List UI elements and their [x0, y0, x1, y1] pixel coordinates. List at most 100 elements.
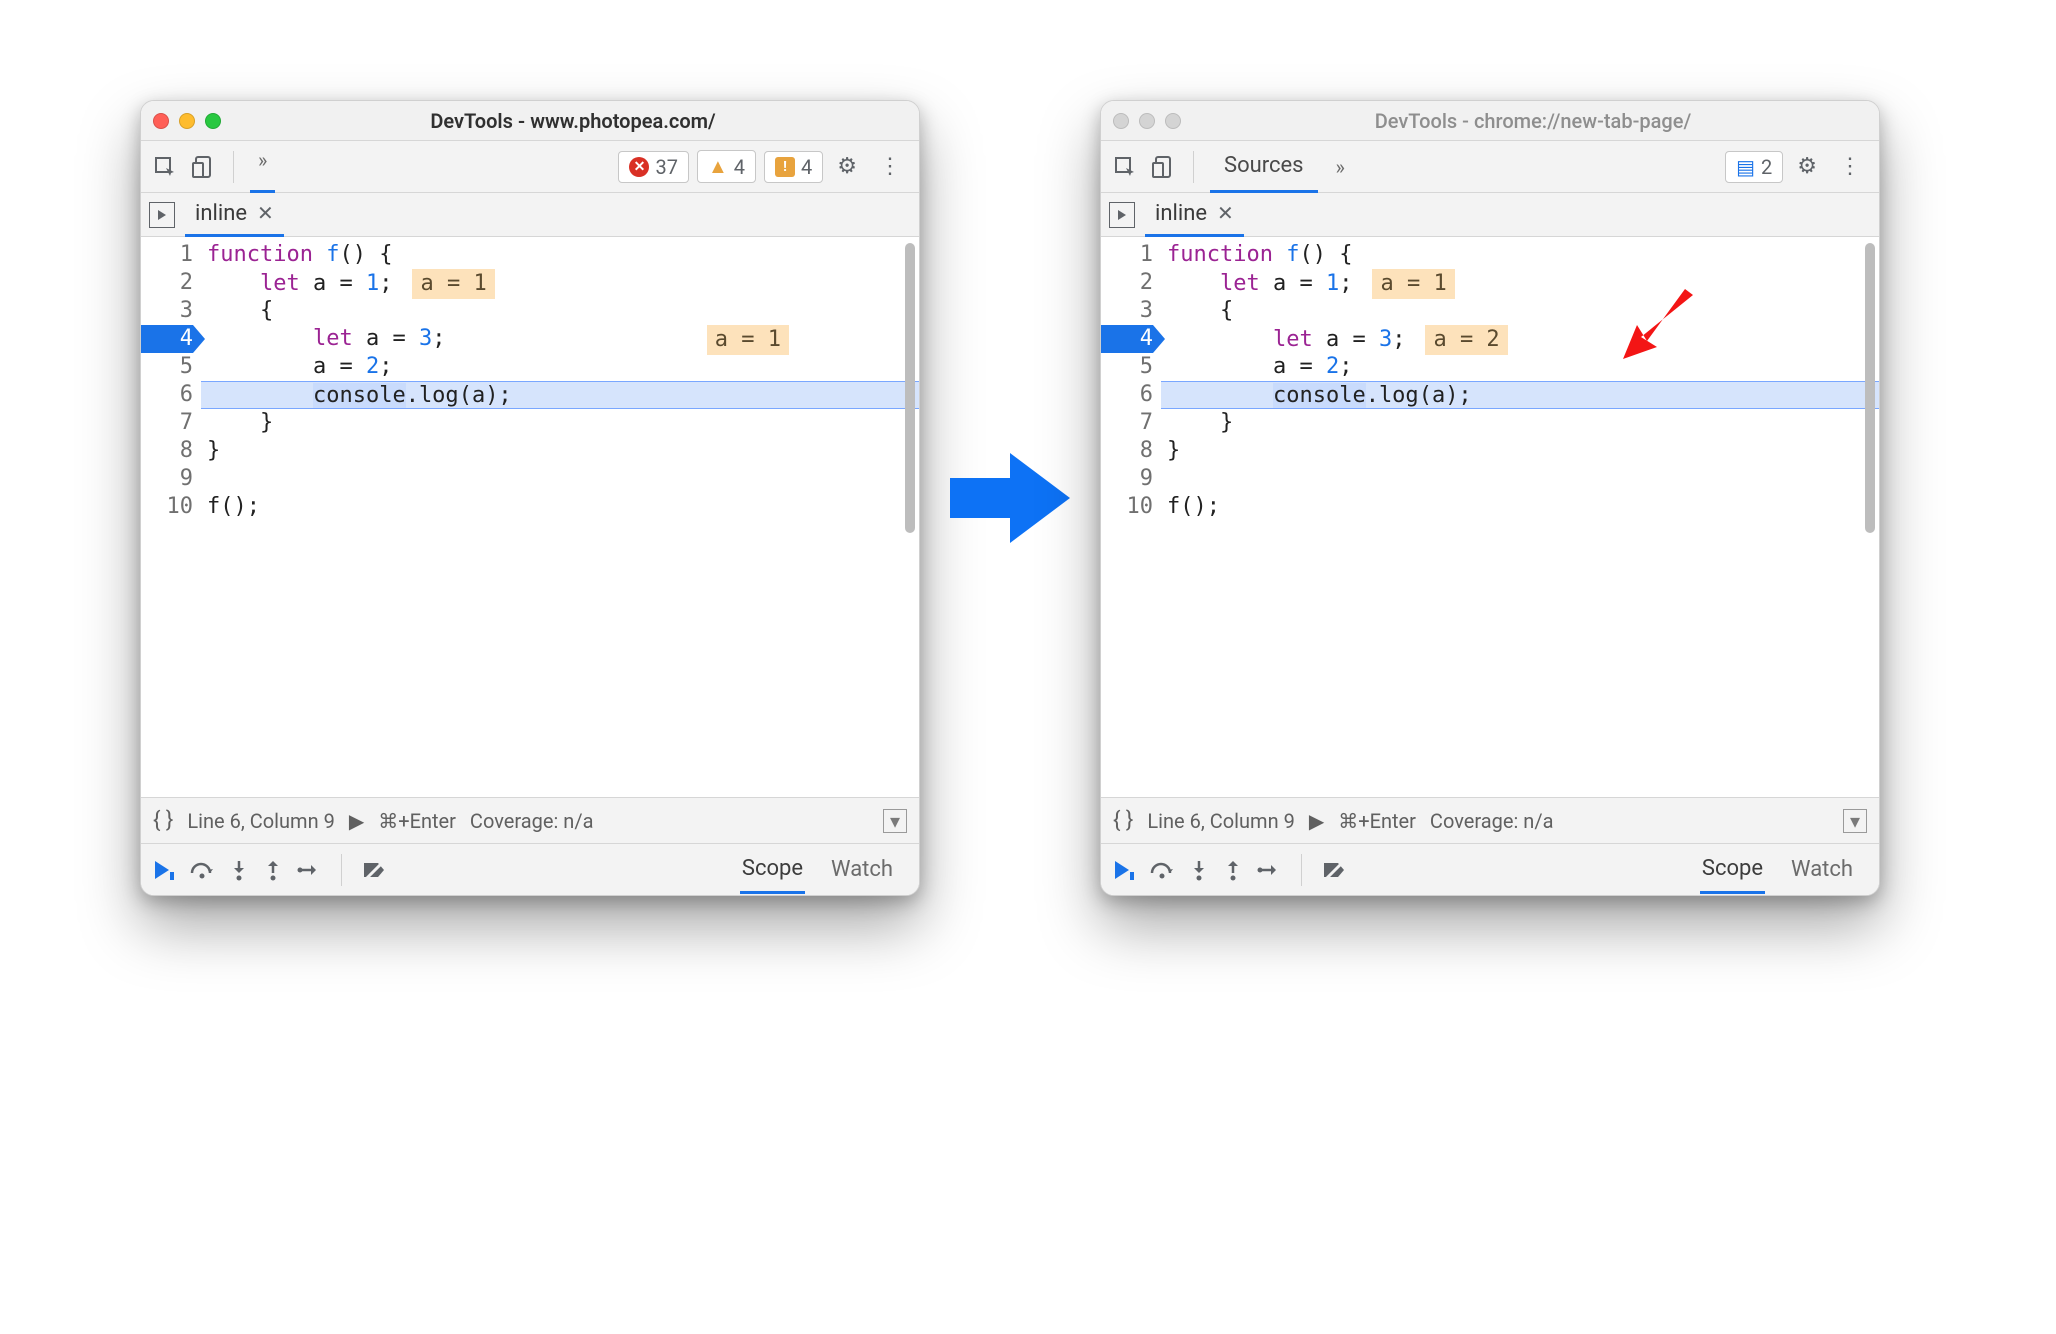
tab-watch[interactable]: Watch [1789, 847, 1855, 892]
file-tab-inline[interactable]: inline ✕ [185, 193, 284, 237]
line-number[interactable]: 9 [1101, 465, 1153, 493]
line-number[interactable]: 7 [1101, 409, 1153, 437]
code-line[interactable]: function f() { [201, 241, 919, 269]
step-over-icon[interactable] [1149, 859, 1175, 881]
line-number[interactable]: 8 [1101, 437, 1153, 465]
line-number[interactable]: 4 [141, 325, 193, 353]
code-editor[interactable]: 12345678910 function f() { let a = 1;a =… [141, 237, 919, 797]
message-count-chip[interactable]: ▤2 [1725, 151, 1783, 183]
close-tab-icon[interactable]: ✕ [257, 201, 274, 225]
line-number[interactable]: 5 [1101, 353, 1153, 381]
dropdown-icon[interactable]: ▾ [883, 809, 907, 833]
minimize-icon[interactable] [1139, 113, 1155, 129]
line-number[interactable]: 6 [141, 381, 193, 409]
line-number[interactable]: 6 [1101, 381, 1153, 409]
issue-count-chip[interactable]: !4 [764, 151, 823, 183]
code-line[interactable] [1161, 465, 1879, 493]
zoom-icon[interactable] [1165, 113, 1181, 129]
code-line[interactable]: let a = 1;a = 1 [1161, 269, 1879, 297]
code-line[interactable]: let a = 3;a = 2 [1161, 325, 1879, 353]
run-snippet-icon[interactable]: ▶ [1309, 809, 1324, 833]
line-number[interactable]: 5 [141, 353, 193, 381]
line-number[interactable]: 8 [141, 437, 193, 465]
menu-icon[interactable]: ⋮ [871, 154, 909, 179]
step-into-icon[interactable] [229, 859, 249, 881]
tab-watch[interactable]: Watch [829, 847, 895, 892]
line-number[interactable]: 4 [1101, 325, 1153, 353]
code-line[interactable]: console.log(a); [1161, 381, 1879, 409]
zoom-icon[interactable] [205, 113, 221, 129]
close-tab-icon[interactable]: ✕ [1217, 201, 1234, 225]
deactivate-breakpoints-icon[interactable] [1322, 859, 1348, 881]
minimize-icon[interactable] [179, 113, 195, 129]
step-out-icon[interactable] [263, 859, 283, 881]
code-line[interactable]: let a = 1;a = 1 [201, 269, 919, 297]
deactivate-breakpoints-icon[interactable] [362, 859, 388, 881]
main-toolbar: Sources » ▤2 ⚙ ⋮ [1101, 141, 1879, 193]
step-into-icon[interactable] [1189, 859, 1209, 881]
device-toggle-icon[interactable] [1149, 153, 1177, 181]
tab-scope[interactable]: Scope [1700, 846, 1765, 894]
resume-icon[interactable] [151, 858, 175, 882]
more-tabs-icon[interactable]: » [250, 141, 275, 193]
code-content[interactable]: function f() { let a = 1;a = 1 { let a =… [201, 237, 919, 797]
pretty-print-icon[interactable]: { } [153, 808, 173, 833]
code-line[interactable]: } [1161, 409, 1879, 437]
code-content[interactable]: function f() { let a = 1;a = 1 { let a =… [1161, 237, 1879, 797]
navigator-toggle-icon[interactable] [149, 202, 175, 228]
line-number[interactable]: 10 [1101, 493, 1153, 521]
line-number[interactable]: 3 [1101, 297, 1153, 325]
code-line[interactable]: { [1161, 297, 1879, 325]
device-toggle-icon[interactable] [189, 153, 217, 181]
step-over-icon[interactable] [189, 859, 215, 881]
code-line[interactable]: console.log(a); [201, 381, 919, 409]
more-tabs-icon[interactable]: » [1328, 155, 1353, 179]
code-line[interactable]: { [201, 297, 919, 325]
close-icon[interactable] [153, 113, 169, 129]
line-gutter[interactable]: 12345678910 [1101, 237, 1161, 797]
step-out-icon[interactable] [1223, 859, 1243, 881]
code-editor[interactable]: 12345678910 function f() { let a = 1;a =… [1101, 237, 1879, 797]
step-icon[interactable] [1257, 860, 1281, 880]
message-count: 2 [1761, 155, 1772, 179]
code-line[interactable]: a = 2; [1161, 353, 1879, 381]
code-line[interactable]: } [201, 409, 919, 437]
scrollbar[interactable] [1865, 243, 1875, 533]
line-gutter[interactable]: 12345678910 [141, 237, 201, 797]
dropdown-icon[interactable]: ▾ [1843, 809, 1867, 833]
line-number[interactable]: 9 [141, 465, 193, 493]
code-line[interactable]: } [1161, 437, 1879, 465]
code-line[interactable]: f(); [201, 493, 919, 521]
line-number[interactable]: 2 [141, 269, 193, 297]
close-icon[interactable] [1113, 113, 1129, 129]
tab-sources[interactable]: Sources [1210, 141, 1318, 193]
resume-icon[interactable] [1111, 858, 1135, 882]
settings-icon[interactable]: ⚙ [831, 154, 863, 179]
line-number[interactable]: 10 [141, 493, 193, 521]
tab-scope[interactable]: Scope [740, 846, 805, 894]
settings-icon[interactable]: ⚙ [1791, 154, 1823, 179]
pretty-print-icon[interactable]: { } [1113, 808, 1133, 833]
step-icon[interactable] [297, 860, 321, 880]
code-line[interactable]: let a = 3;a = 1 [201, 325, 919, 353]
error-count-chip[interactable]: ✕37 [618, 151, 688, 183]
navigator-toggle-icon[interactable] [1109, 202, 1135, 228]
warning-count-chip[interactable]: ▲4 [697, 150, 756, 183]
code-line[interactable] [201, 465, 919, 493]
line-number[interactable]: 2 [1101, 269, 1153, 297]
inspect-icon[interactable] [1111, 153, 1139, 181]
code-line[interactable]: f(); [1161, 493, 1879, 521]
line-number[interactable]: 7 [141, 409, 193, 437]
menu-icon[interactable]: ⋮ [1831, 154, 1869, 179]
code-line[interactable]: function f() { [1161, 241, 1879, 269]
scrollbar[interactable] [905, 243, 915, 533]
line-number[interactable]: 3 [141, 297, 193, 325]
divider [233, 151, 234, 183]
code-line[interactable]: a = 2; [201, 353, 919, 381]
line-number[interactable]: 1 [141, 241, 193, 269]
code-line[interactable]: } [201, 437, 919, 465]
file-tab-inline[interactable]: inline ✕ [1145, 193, 1244, 237]
inspect-icon[interactable] [151, 153, 179, 181]
run-snippet-icon[interactable]: ▶ [349, 809, 364, 833]
line-number[interactable]: 1 [1101, 241, 1153, 269]
